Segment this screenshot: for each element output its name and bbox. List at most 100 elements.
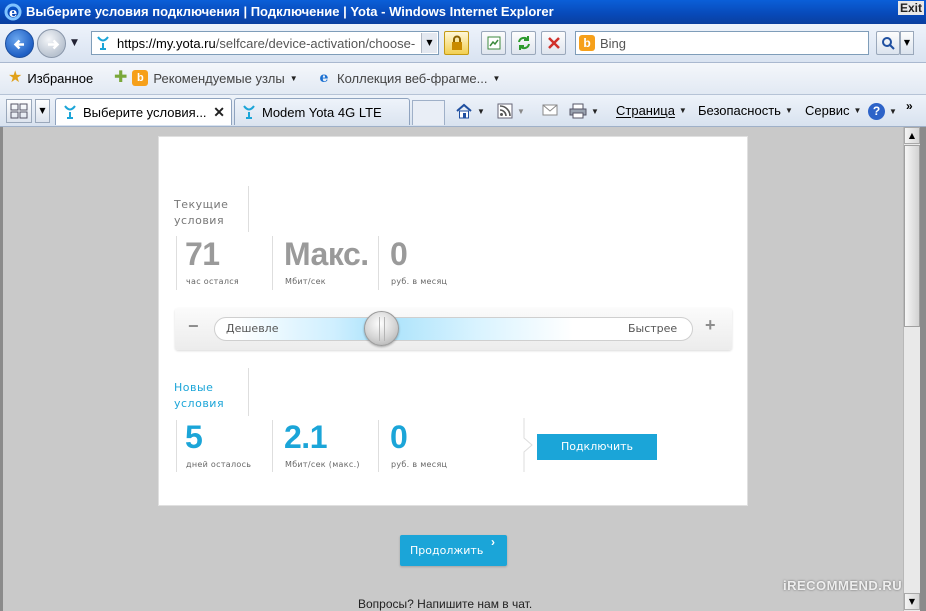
mail-icon	[542, 104, 558, 116]
chevron-down-icon: ▼	[853, 106, 862, 115]
new-conditions-label: Новые условия	[174, 380, 224, 412]
print-button[interactable]: ▼	[569, 103, 599, 119]
decrease-button[interactable]: −	[188, 316, 199, 337]
current-price-value: 0	[390, 236, 408, 272]
recent-pages-dropdown[interactable]: ▼	[71, 38, 78, 48]
chevron-down-icon: ▼	[289, 73, 298, 83]
star-icon: ★	[8, 69, 23, 86]
web-slice-gallery-label: Коллекция веб-фрагме...	[337, 70, 488, 86]
current-price-unit: руб. в месяц	[391, 277, 448, 286]
back-button[interactable]	[5, 29, 34, 58]
tariff-slider-handle[interactable]	[364, 311, 399, 346]
web-slice-gallery-link[interactable]: e Коллекция веб-фрагме... ▼	[316, 70, 501, 86]
new-price-unit: руб. в месяц	[391, 460, 448, 469]
divider	[378, 420, 379, 472]
favorites-button[interactable]: ★ Избранное	[8, 70, 93, 86]
chevron-down-icon: ▼	[517, 106, 525, 116]
magnifier-icon	[882, 37, 895, 50]
tab-modem-yota[interactable]: Modem Yota 4G LTE	[234, 98, 410, 125]
chevron-down-icon: ▼	[889, 107, 897, 116]
safety-menu-label: Безопасность	[698, 103, 781, 118]
new-tab-button[interactable]	[412, 100, 445, 125]
tab-list-dropdown[interactable]: ▼	[35, 99, 50, 123]
chevron-down-icon: ▼	[591, 106, 599, 116]
current-speed-unit: Мбит/сек	[285, 277, 326, 286]
tab-choose-conditions[interactable]: Выберите условия... ✕	[55, 98, 232, 125]
current-speed-value: Макс.	[284, 236, 369, 272]
suggested-sites-link[interactable]: ✚ b Рекомендуемые узлы ▼	[114, 70, 298, 86]
stop-button[interactable]	[541, 31, 566, 55]
current-conditions-label: Текущие условия	[174, 197, 228, 229]
divider	[378, 236, 379, 290]
close-tab-icon[interactable]: ✕	[213, 104, 225, 121]
chat-prompt[interactable]: Вопросы? Напишите нам в чат.	[358, 597, 532, 611]
address-bar[interactable]: https://my.yota.ru/selfcare/device-activ…	[91, 31, 439, 55]
new-price-value: 0	[390, 419, 408, 455]
chevron-down-icon: ▼	[492, 73, 501, 83]
arrow-right-icon	[48, 39, 60, 50]
scroll-up-arrow[interactable]: ▲	[904, 127, 920, 144]
forward-button[interactable]	[37, 29, 66, 58]
safety-menu[interactable]: Безопасность ▼	[698, 103, 793, 118]
page-menu[interactable]: Страница ▼	[616, 103, 687, 118]
home-icon	[456, 103, 472, 119]
divider	[176, 236, 177, 290]
new-speed-unit: Мбит/сек (макс.)	[285, 460, 360, 469]
search-placeholder: Bing	[600, 36, 627, 51]
read-mail-button[interactable]	[542, 103, 558, 117]
quick-tabs-button[interactable]	[6, 99, 32, 123]
exit-label[interactable]: Exit	[897, 1, 924, 15]
rss-icon	[497, 103, 513, 119]
home-button[interactable]: ▼	[455, 103, 485, 119]
address-url[interactable]: https://my.yota.ru/selfcare/device-activ…	[117, 36, 417, 51]
divider	[248, 368, 249, 416]
scrollbar-thumb[interactable]	[904, 145, 920, 327]
ie-icon: e	[319, 70, 329, 86]
bing-icon: b	[579, 35, 595, 51]
add-favorite-icon: ✚	[114, 69, 128, 86]
pointer-arrow-icon	[523, 418, 533, 472]
search-options-dropdown[interactable]: ▼	[900, 31, 914, 55]
search-button[interactable]	[876, 31, 900, 55]
vertical-scrollbar[interactable]: ▲ ▼	[903, 127, 920, 611]
toolbar-overflow-icon[interactable]: »	[906, 99, 913, 113]
new-speed-value: 2.1	[284, 419, 327, 455]
help-button[interactable]: ? ▼	[868, 103, 897, 120]
page-menu-label: Страница	[616, 103, 675, 118]
printer-icon	[569, 103, 587, 119]
svg-text:e: e	[9, 6, 17, 21]
label-line: Текущие	[174, 198, 229, 211]
tab-label: Выберите условия...	[83, 104, 207, 120]
slider-faster-label: Быстрее	[628, 322, 678, 335]
feeds-button[interactable]: ▼	[497, 103, 525, 119]
refresh-button[interactable]	[511, 31, 536, 55]
compatibility-view-button[interactable]	[481, 31, 506, 55]
tariff-slider-track[interactable]	[214, 317, 693, 341]
chevron-right-icon: ›	[491, 535, 495, 549]
increase-button[interactable]: +	[705, 315, 716, 336]
quick-tabs-icon	[10, 103, 28, 119]
address-toolbar: ▼ https://my.yota.ru/selfcare/device-act…	[0, 24, 926, 63]
arrow-left-icon	[13, 39, 24, 50]
help-icon: ?	[868, 103, 885, 120]
stop-icon	[547, 37, 560, 49]
suggested-sites-label: Рекомендуемые узлы	[153, 70, 285, 86]
compatibility-icon	[487, 36, 500, 50]
connect-button[interactable]: Подключить	[537, 434, 657, 460]
favorites-label: Избранное	[27, 70, 94, 86]
favorites-bar: ★ Избранное ✚ b Рекомендуемые узлы ▼ e К…	[0, 63, 926, 95]
bing-icon: b	[132, 70, 149, 86]
chevron-down-icon: ▼	[678, 106, 687, 115]
search-box[interactable]: b Bing	[575, 31, 869, 55]
tab-label: Modem Yota 4G LTE	[262, 104, 382, 120]
scroll-down-arrow[interactable]: ▼	[904, 593, 920, 610]
address-dropdown-button[interactable]: ▼	[421, 33, 437, 53]
security-lock-button[interactable]	[444, 31, 469, 55]
divider	[248, 186, 249, 232]
yota-favicon-icon	[243, 105, 255, 119]
continue-button[interactable]: Продолжить ›	[400, 535, 507, 566]
divider	[272, 236, 273, 290]
ie-logo-icon: e	[4, 3, 22, 21]
tools-menu[interactable]: Сервис ▼	[805, 103, 861, 118]
url-domain: https://my.yota.ru	[117, 36, 216, 51]
